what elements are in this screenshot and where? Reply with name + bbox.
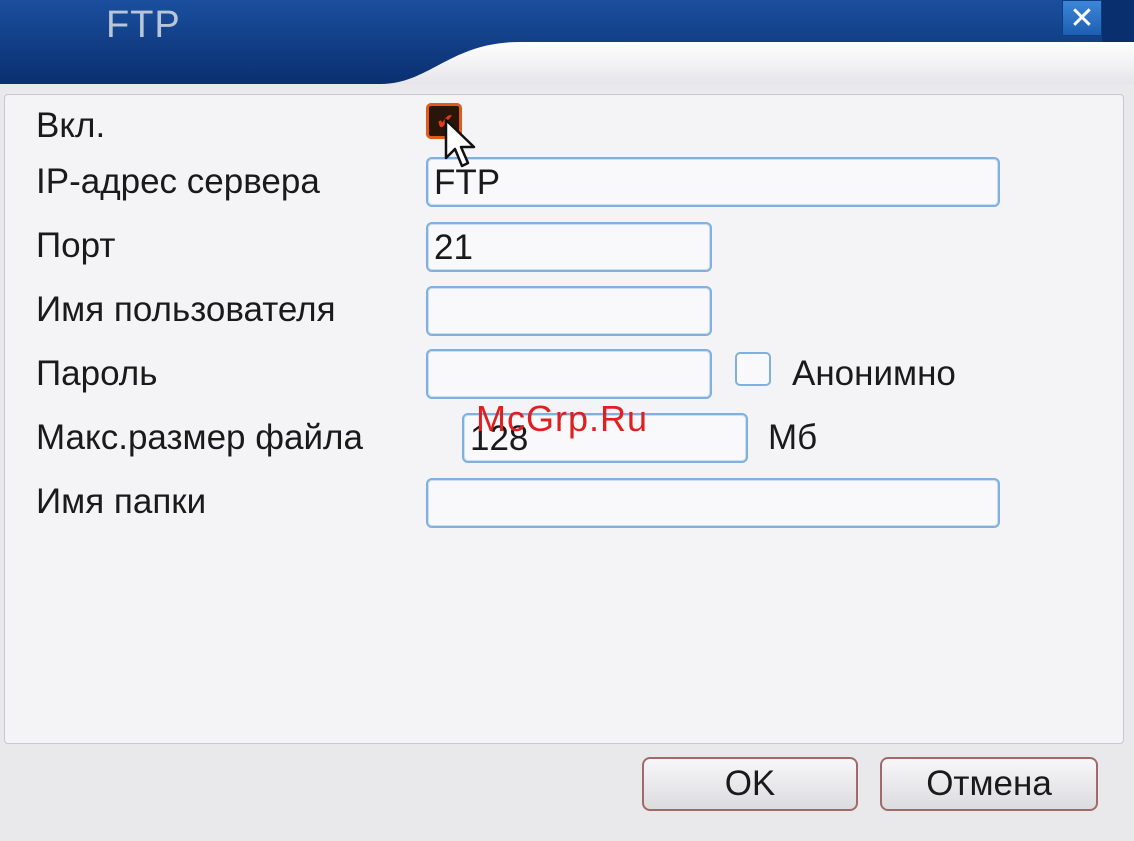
anonymous-checkbox[interactable] xyxy=(735,352,771,386)
mouse-cursor-icon xyxy=(444,118,476,168)
window-title: FTP xyxy=(106,4,181,46)
watermark-text: McGrp.Ru xyxy=(476,398,649,439)
folder-name-input[interactable] xyxy=(426,478,1000,528)
username-input[interactable] xyxy=(426,286,712,336)
port-input[interactable]: 21 xyxy=(426,222,712,272)
title-bar: FTP ✕ xyxy=(0,0,1134,84)
enable-label: Вкл. xyxy=(36,106,106,145)
username-label: Имя пользователя xyxy=(36,290,336,329)
close-icon: ✕ xyxy=(1069,1,1095,35)
folder-name-label: Имя папки xyxy=(36,482,207,521)
max-file-size-unit: Мб xyxy=(768,418,818,457)
close-button[interactable]: ✕ xyxy=(1062,0,1102,36)
max-file-size-label: Макс.размер файла xyxy=(36,418,363,457)
ok-button[interactable]: OK xyxy=(642,757,858,811)
port-label: Порт xyxy=(36,226,116,265)
password-label: Пароль xyxy=(36,354,158,393)
cancel-button[interactable]: Отмена xyxy=(880,757,1098,811)
anonymous-label: Анонимно xyxy=(792,354,956,393)
password-input[interactable] xyxy=(426,349,712,399)
server-ip-label: IP-адрес сервера xyxy=(36,162,320,201)
server-ip-input[interactable]: FTP xyxy=(426,157,1000,207)
